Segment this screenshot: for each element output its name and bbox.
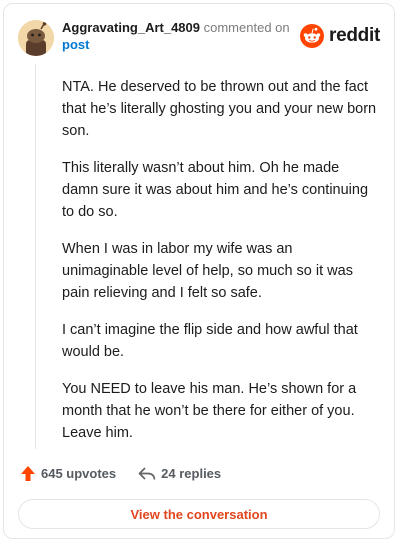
upvote-arrow-icon — [21, 466, 35, 481]
upvote-button[interactable]: 645 upvotes — [20, 465, 116, 482]
username[interactable]: Aggravating_Art_4809 — [62, 20, 200, 35]
comment-paragraph: When I was in labor my wife was an unima… — [62, 241, 353, 301]
comment-body: NTA. He deserved to be thrown out and th… — [62, 76, 378, 459]
comment-card: Aggravating_Art_4809 commented on post r… — [3, 3, 395, 539]
reply-count: 24 replies — [161, 466, 222, 481]
upvote-count: 645 upvotes — [41, 466, 117, 481]
comment-paragraph: You NEED to leave his man. He’s shown fo… — [62, 381, 357, 441]
comment-actions: 645 upvotes 24 replies — [20, 465, 221, 482]
comment-paragraph: I can’t imagine the flip side and how aw… — [62, 322, 358, 360]
comment-paragraph: This literally wasn’t about him. Oh he m… — [62, 160, 369, 220]
user-avatar[interactable] — [18, 20, 54, 56]
action-text: commented on — [203, 20, 290, 35]
comment-header: Aggravating_Art_4809 commented on post — [62, 19, 290, 53]
view-conversation-button[interactable]: View the conversation — [18, 499, 380, 529]
reddit-logo[interactable]: reddit — [300, 24, 380, 48]
replies-button[interactable]: 24 replies — [138, 466, 221, 481]
comment-paragraph: NTA. He deserved to be thrown out and th… — [62, 79, 377, 139]
thread-line[interactable] — [35, 64, 36, 449]
post-link[interactable]: post — [62, 37, 89, 52]
reddit-logo-icon — [300, 24, 325, 48]
snoo-avatar-icon — [18, 20, 54, 56]
reply-arrow-icon — [138, 466, 156, 480]
reddit-wordmark: reddit — [329, 25, 380, 46]
